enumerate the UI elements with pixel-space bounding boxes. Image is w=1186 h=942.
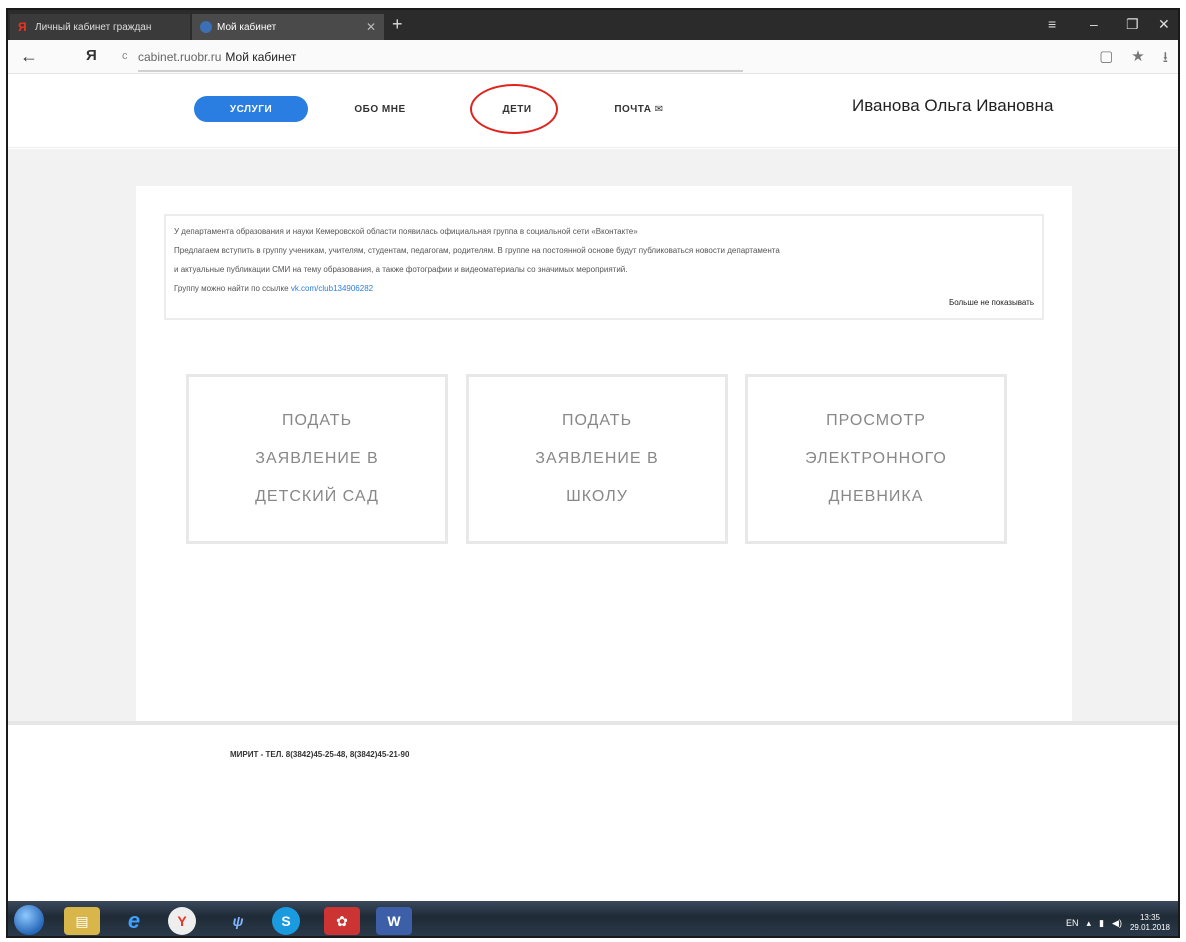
connection-icon[interactable]: c [122, 50, 128, 62]
address-bar-actions: ▢ ★ ⭳ [1099, 47, 1168, 72]
tab-title: Мой кабинет [217, 21, 277, 33]
yandex-logo-icon[interactable]: Я [86, 47, 97, 64]
internet-explorer-icon[interactable]: e [116, 907, 152, 935]
url-host: cabinet.ruobr.ru [138, 50, 222, 64]
notice-line: У департамента образования и науки Кемер… [174, 227, 638, 236]
browser-tab-bar: Я Личный кабинет граждан Мой кабинет ✕ +… [8, 10, 1178, 40]
site-header: УСЛУГИ ОБО МНЕ ДЕТИ ПОЧТА ✉ Иванова Ольг… [8, 74, 1178, 148]
menu-icon[interactable]: ≡ [1048, 16, 1056, 32]
card-label: ПРОСМОТР ЭЛЕКТРОННОГО ДНЕВНИКА [805, 412, 947, 505]
app-icon[interactable]: ✿ [324, 907, 360, 935]
notice-line: Предлагаем вступить в группу ученикам, у… [174, 246, 780, 255]
nav-mail[interactable]: ПОЧТА ✉ [604, 96, 674, 122]
restore-icon[interactable]: ❐ [1126, 16, 1139, 33]
page-load-progress [138, 70, 743, 72]
card-label: ПОДАТЬ ЗАЯВЛЕНИЕ В ДЕТСКИЙ САД [255, 412, 379, 505]
user-name[interactable]: Иванова Ольга Ивановна [852, 96, 1053, 116]
explorer-icon[interactable]: ▤ [64, 907, 100, 935]
new-tab-button[interactable]: + [392, 14, 403, 35]
screen: Я Личный кабинет граждан Мой кабинет ✕ +… [6, 8, 1180, 938]
red-highlight-circle [470, 84, 558, 134]
dismiss-notice-link[interactable]: Больше не показывать [949, 293, 1034, 312]
nav-about-me[interactable]: ОБО МНЕ [340, 96, 420, 122]
notice-link-prefix: Группу можно найти по ссылке [174, 284, 289, 293]
footer-contact: МИРИТ - ТЕЛ. 8(3842)45-25-48, 8(3842)45-… [230, 750, 410, 759]
back-arrow-icon[interactable]: ← [20, 46, 38, 67]
site-favicon-icon [200, 21, 212, 33]
tray-arrow-icon[interactable]: ▴ [1087, 918, 1092, 929]
bookmark-star-icon[interactable]: ★ [1131, 47, 1144, 72]
card-school-application[interactable]: ПОДАТЬ ЗАЯВЛЕНИЕ В ШКОЛУ [466, 374, 728, 544]
nav-services[interactable]: УСЛУГИ [194, 96, 308, 122]
close-tab-icon[interactable]: ✕ [366, 20, 376, 34]
footer-divider [8, 721, 1178, 725]
clock-date: 29.01.2018 [1129, 923, 1170, 932]
network-icon[interactable]: ▮ [1099, 918, 1104, 929]
address-bar: ← Я c cabinet.ruobr.ru Мой кабинет ▢ ★ ⭳ [8, 40, 1178, 74]
windows-taskbar: ▤ e Y ψ S ✿ W EN ▴ ▮ ◀) 13:35 29.01.2018 [8, 901, 1178, 936]
notice-box: У департамента образования и науки Кемер… [164, 214, 1044, 320]
notice-line: и актуальные публикации СМИ на тему обра… [174, 265, 628, 274]
skype-icon[interactable]: S [272, 907, 300, 935]
yandex-browser-icon[interactable]: Y [168, 907, 196, 935]
language-indicator[interactable]: EN [1066, 918, 1079, 928]
app-icon[interactable]: ψ [220, 907, 256, 935]
close-window-icon[interactable]: ✕ [1158, 16, 1170, 33]
browser-tab[interactable]: Я Личный кабинет граждан [10, 14, 190, 40]
browser-tab-active[interactable]: Мой кабинет ✕ [192, 14, 384, 40]
word-icon[interactable]: W [376, 907, 412, 935]
clock[interactable]: 13:35 29.01.2018 [1130, 913, 1170, 933]
yandex-favicon-icon: Я [18, 20, 27, 34]
system-tray: EN ▴ ▮ ◀) 13:35 29.01.2018 [1066, 913, 1170, 933]
card-label: ПОДАТЬ ЗАЯВЛЕНИЕ В ШКОЛУ [535, 412, 659, 505]
card-electronic-diary[interactable]: ПРОСМОТР ЭЛЕКТРОННОГО ДНЕВНИКА [745, 374, 1007, 544]
download-icon[interactable]: ⭳ [1163, 47, 1168, 72]
card-kindergarten-application[interactable]: ПОДАТЬ ЗАЯВЛЕНИЕ В ДЕТСКИЙ САД [186, 374, 448, 544]
url-field[interactable]: cabinet.ruobr.ru Мой кабинет [138, 50, 296, 64]
clock-time: 13:35 [1139, 913, 1160, 922]
notice-line: Группу можно найти по ссылке vk.com/club… [174, 279, 1034, 298]
url-page-title: Мой кабинет [225, 50, 297, 64]
tab-title: Личный кабинет граждан [35, 21, 152, 33]
vk-group-link[interactable]: vk.com/club134906282 [291, 284, 373, 293]
reader-mode-icon[interactable]: ▢ [1099, 47, 1113, 72]
minimize-icon[interactable]: – [1090, 16, 1098, 32]
start-button-icon[interactable] [14, 905, 44, 935]
volume-icon[interactable]: ◀) [1112, 918, 1122, 929]
